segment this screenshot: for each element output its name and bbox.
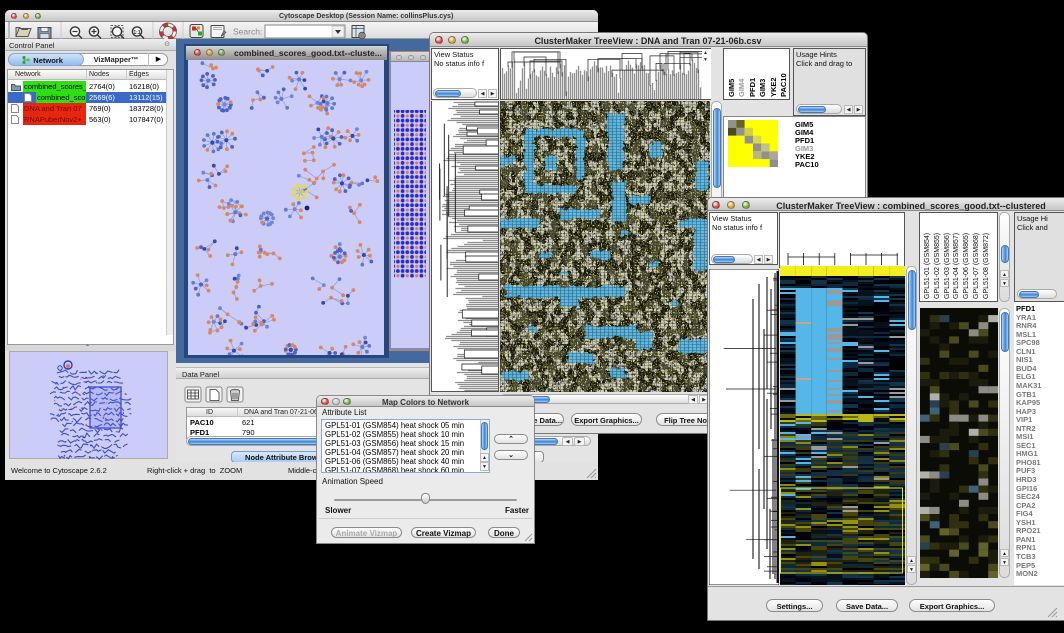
svg-text:1:1: 1:1 — [133, 30, 140, 36]
svg-text:Search:: Search: — [233, 27, 262, 37]
